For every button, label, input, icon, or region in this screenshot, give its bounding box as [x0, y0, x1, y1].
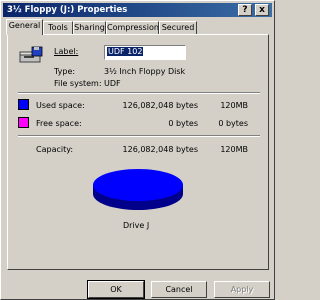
- capacity-caption: Capacity:: [36, 145, 74, 154]
- free-space-swatch: [18, 117, 29, 128]
- drive-caption: Drive J: [123, 221, 150, 230]
- free-space-bytes: 0 bytes: [168, 119, 198, 128]
- tab-secured[interactable]: Secured: [159, 21, 197, 34]
- label-input-value[interactable]: UDF 102: [107, 47, 144, 56]
- tab-tools[interactable]: Tools: [43, 21, 73, 34]
- used-space-caption: Used space:: [36, 101, 85, 110]
- capacity-bytes: 126,082,048 bytes: [122, 145, 198, 154]
- separator: [18, 92, 260, 94]
- file-system-caption: File system:: [54, 79, 102, 88]
- window-title: 3½ Floppy (J:) Properties: [7, 5, 128, 15]
- apply-button[interactable]: Apply: [214, 281, 270, 298]
- floppy-drive-icon: [19, 46, 43, 63]
- tab-general[interactable]: General: [6, 19, 43, 35]
- help-button[interactable]: ?: [238, 4, 252, 16]
- file-system-value: UDF: [104, 79, 121, 88]
- tab-compression[interactable]: Compression: [106, 21, 159, 34]
- used-space-mb: 120MB: [220, 101, 248, 110]
- cancel-button[interactable]: Cancel: [151, 281, 207, 298]
- title-bar[interactable]: 3½ Floppy (J:) Properties ? x: [3, 3, 272, 17]
- free-space-caption: Free space:: [36, 119, 82, 128]
- label-input[interactable]: UDF 102: [104, 45, 186, 60]
- capacity-mb: 120MB: [220, 145, 248, 154]
- pie-slice-used: [93, 169, 183, 201]
- close-button[interactable]: x: [255, 4, 269, 16]
- used-space-swatch: [18, 99, 29, 110]
- properties-window: 3½ Floppy (J:) Properties ? x General To…: [0, 0, 275, 300]
- general-tab-panel: Label: UDF 102 Type: 3½ Inch Floppy Disk…: [7, 34, 269, 270]
- free-space-mb: 0 bytes: [218, 119, 248, 128]
- disk-usage-pie: [93, 169, 183, 210]
- label-caption: Label:: [54, 47, 79, 56]
- type-caption: Type:: [54, 67, 76, 76]
- type-value: 3½ Inch Floppy Disk: [104, 67, 186, 76]
- tab-sharing[interactable]: Sharing: [73, 21, 106, 34]
- ok-button[interactable]: OK: [87, 280, 145, 299]
- used-space-bytes: 126,082,048 bytes: [122, 101, 198, 110]
- separator: [18, 135, 260, 137]
